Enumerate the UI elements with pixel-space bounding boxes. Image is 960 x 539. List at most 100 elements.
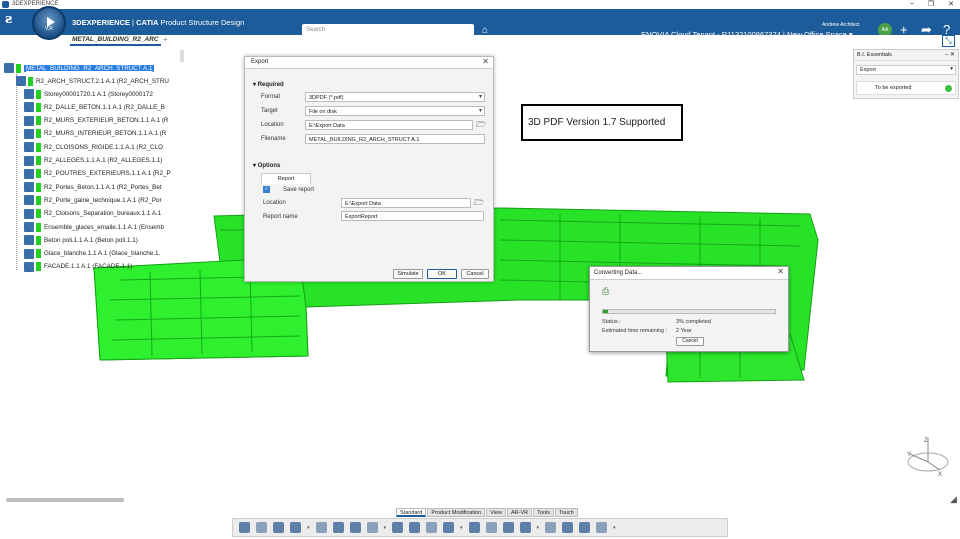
- options-label: Options: [257, 163, 281, 169]
- pan-icon[interactable]: [349, 522, 361, 533]
- ds-logo-icon[interactable]: ƨ: [5, 12, 21, 30]
- simulate-button[interactable]: Simulate: [393, 269, 423, 279]
- collapse-icon[interactable]: ⤡: [942, 35, 955, 47]
- action-bar: ▾ ▾ ▾ ▾ ▾: [232, 518, 728, 537]
- horizontal-scrollbar[interactable]: [6, 498, 124, 502]
- chevron-down-icon[interactable]: ▾: [460, 525, 463, 531]
- resize-handle-icon[interactable]: ◢: [950, 494, 957, 505]
- tree-item[interactable]: R2_DALLE_BETON.1.1 A.1 (R2_DALLE_B: [24, 101, 165, 113]
- tree-item[interactable]: R2_MURS_INTERIEUR_BETON.1.1 A.1 (R: [24, 128, 166, 140]
- tree-root[interactable]: METAL_BUILDING_R2_ARCH_STRUCT A.1: [4, 62, 155, 74]
- chevron-down-icon[interactable]: ▾: [384, 525, 387, 531]
- folder-icon[interactable]: 🗁: [474, 197, 484, 211]
- status-marker: [36, 182, 41, 192]
- tab-product-modification[interactable]: Product Modification: [427, 508, 486, 517]
- tree-icon[interactable]: [579, 522, 591, 533]
- status-marker: [36, 169, 41, 179]
- tree-item[interactable]: R2_MURS_EXTERIEUR_BETON.1.1 A.1 (R: [24, 115, 168, 127]
- explode-icon[interactable]: [426, 522, 438, 533]
- tab-standard[interactable]: Standard: [396, 508, 427, 517]
- status-marker: [28, 76, 33, 86]
- tree-child[interactable]: R2_ARCH_STRUCT.2.1 A.1 (R2_ARCH_STRU: [16, 75, 169, 87]
- tab-touch[interactable]: Touch: [554, 508, 578, 517]
- cancel-button[interactable]: Cancel: [461, 269, 489, 279]
- settings-icon[interactable]: [545, 522, 557, 533]
- tree-item-label: Storey00001720.1 A.1 (Storey0000172: [44, 90, 153, 98]
- chevron-down-icon[interactable]: ▾: [307, 525, 310, 531]
- close-icon[interactable]: ✕: [777, 267, 784, 276]
- target-select[interactable]: File on disk: [305, 106, 485, 116]
- required-section[interactable]: ▾ Required: [253, 81, 284, 88]
- tree-item[interactable]: Ensemble_glaces_emaile.1.1 A.1 (Ensemb: [24, 221, 164, 233]
- tree-item[interactable]: Storey00001720.1 A.1 (Storey0000172: [24, 88, 153, 100]
- chevron-down-icon[interactable]: ▾: [537, 525, 540, 531]
- bi-select[interactable]: Export: [856, 65, 956, 75]
- assembly-icon[interactable]: [502, 522, 514, 533]
- close-icon[interactable]: ✕: [482, 57, 489, 66]
- converting-dialog-header: Converting Data... ✕: [590, 267, 788, 280]
- tab-report[interactable]: Report: [261, 173, 311, 184]
- tree-item[interactable]: Glace_blanche.1.1 A.1 (Glace_blanche.1.: [24, 248, 160, 260]
- axis-triad-icon[interactable]: Y Z X: [904, 436, 954, 480]
- report-location-field[interactable]: E:\Export Data: [341, 198, 471, 208]
- chevron-down-icon[interactable]: ▾: [613, 525, 616, 531]
- converting-dialog: Converting Data... ✕ ⎙ Status : 3% comple…: [589, 266, 789, 352]
- minimize-icon[interactable]: – ✕: [945, 51, 955, 58]
- tree-item[interactable]: Beton poli.1.1 A.1 (Beton poli.1.1): [24, 234, 138, 246]
- tree-item[interactable]: R2_POUTRES_EXTERIEURS.1.1 A.1 (R2_P: [24, 168, 171, 180]
- material-icon[interactable]: [519, 522, 531, 533]
- search-icon[interactable]: [392, 522, 404, 533]
- update-icon[interactable]: [315, 522, 327, 533]
- capture-icon[interactable]: [409, 522, 421, 533]
- status-marker: [36, 142, 41, 152]
- add-tab-button[interactable]: +: [163, 35, 168, 44]
- tree-item-label: R2_POUTRES_EXTERIEURS.1.1 A.1 (R2_P: [44, 170, 171, 178]
- tree-item-label: R2_CLOISONS_RIGIDE.1.1 A.1 (R2_CLO: [44, 143, 163, 151]
- tree-item[interactable]: R2_CLOISONS_RIGIDE.1.1 A.1 (R2_CLO: [24, 141, 163, 153]
- structure-icon[interactable]: [596, 522, 608, 533]
- tab-active-document[interactable]: METAL_BUILDING_R2_ARC: [70, 36, 161, 46]
- options-section[interactable]: ▾ Options: [253, 162, 280, 169]
- cancel-button[interactable]: Cancel: [676, 337, 704, 346]
- bi-row[interactable]: To be exported: [856, 81, 956, 95]
- copy-icon[interactable]: [256, 522, 267, 533]
- ok-button[interactable]: OK: [427, 269, 457, 279]
- tree-item-label: Glace_blanche.1.1 A.1 (Glace_blanche.1.: [44, 250, 161, 258]
- tree-item[interactable]: R2_Portes_Beton.1.1 A.1 (R2_Portes_Bet: [24, 181, 162, 193]
- cube-icon[interactable]: [443, 522, 455, 533]
- part-icon[interactable]: [485, 522, 497, 533]
- minimize-icon[interactable]: –: [910, 0, 914, 8]
- folder-icon[interactable]: 🗁: [476, 119, 486, 133]
- zoom-icon[interactable]: [332, 522, 344, 533]
- replace-icon[interactable]: [562, 522, 574, 533]
- report-name-field[interactable]: ExportReport: [341, 211, 484, 221]
- location-field[interactable]: E:\Export Data: [305, 120, 473, 130]
- app-brand: 3DEXPERIENCE | CATIA Product Structure D…: [72, 18, 244, 27]
- bi-panel-header: B.I. Essentials – ✕: [854, 50, 958, 61]
- paste-icon[interactable]: [273, 522, 284, 533]
- rotate-icon[interactable]: [366, 522, 378, 533]
- tab-tools[interactable]: Tools: [533, 508, 554, 517]
- export-dialog-title: Export: [251, 59, 269, 65]
- time-value: 2 Year: [676, 328, 692, 334]
- save-report-checkbox[interactable]: ✓: [263, 186, 270, 193]
- maximize-icon[interactable]: ❐: [928, 0, 934, 8]
- part-icon: [24, 235, 34, 246]
- compass-icon[interactable]: V,R: [32, 6, 66, 40]
- tree-item[interactable]: FACADE.1.1 A.1 (FACADE.1.1): [24, 261, 132, 273]
- close-icon[interactable]: ✕: [948, 0, 954, 8]
- export-dialog-header: Export ✕: [245, 57, 493, 69]
- tab-view[interactable]: View: [486, 508, 506, 517]
- tree-item[interactable]: R2_ALLEGES.1.1 A.1 (R2_ALLEGES.1.1): [24, 155, 162, 167]
- format-select[interactable]: 3DPDF (*.pdf): [305, 92, 485, 102]
- component-icon[interactable]: [468, 522, 480, 533]
- tree-scroll-handle[interactable]: [180, 50, 184, 62]
- tree-item[interactable]: R2_Porte_gaine_technique.1 A.1 (R2_Por: [24, 194, 162, 206]
- tab-ar-vr[interactable]: AR-VR: [507, 508, 533, 517]
- filename-field[interactable]: METAL_BUILDING_R2_ARCH_STRUCT A.1: [305, 134, 485, 144]
- tree-item[interactable]: R2_Cloisons_Separation_bureaux.1.1 A.1: [24, 208, 161, 220]
- cut-icon[interactable]: [239, 522, 250, 533]
- status-marker: [36, 156, 41, 165]
- undo-icon[interactable]: [290, 522, 301, 533]
- part-icon: [24, 208, 34, 219]
